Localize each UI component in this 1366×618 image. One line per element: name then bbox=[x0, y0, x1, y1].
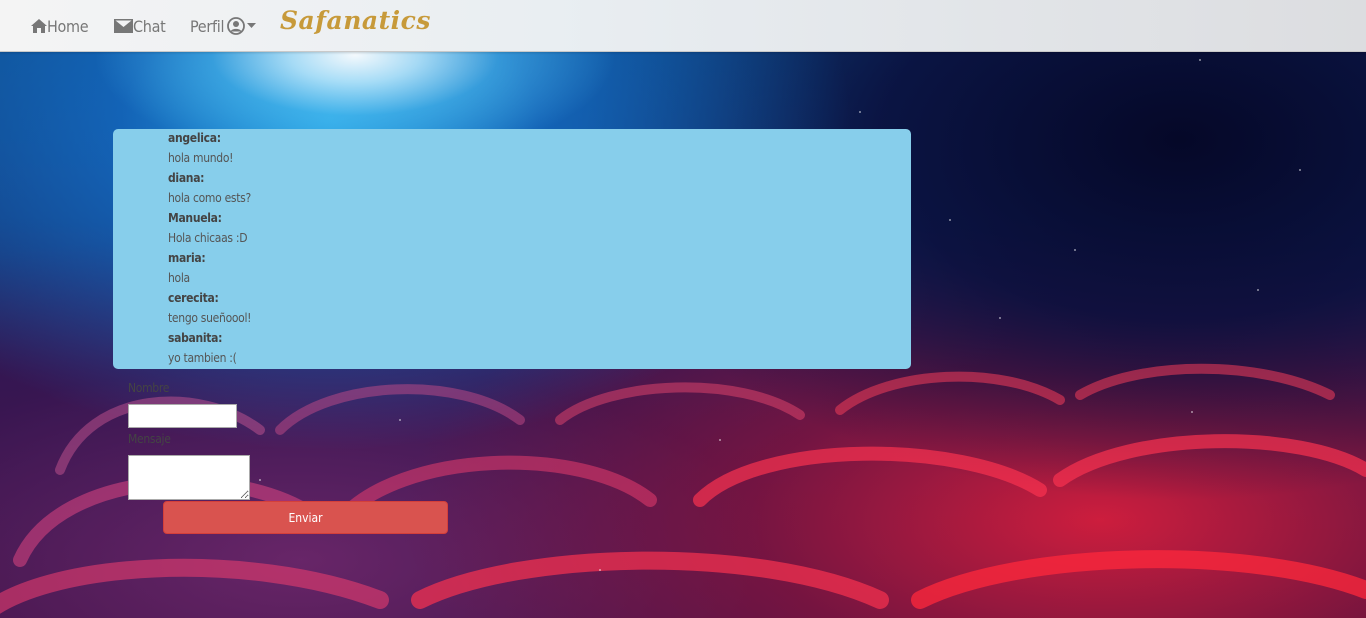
nav-profile-label: Perfil bbox=[190, 16, 225, 36]
envelope-icon bbox=[114, 19, 133, 33]
home-icon bbox=[31, 19, 47, 33]
message-text: hola como ests? bbox=[168, 191, 251, 205]
navbar: Home Chat Perfil Safanatics bbox=[0, 0, 1366, 52]
caret-down-icon bbox=[247, 23, 257, 28]
message-user: cerecita: bbox=[168, 291, 219, 305]
name-input[interactable] bbox=[128, 404, 237, 428]
message-user: diana: bbox=[168, 171, 205, 185]
message-textarea[interactable] bbox=[128, 455, 250, 500]
message-label: Mensaje bbox=[128, 432, 171, 446]
brand-logo[interactable]: Safanatics bbox=[280, 6, 431, 35]
user-circle-icon bbox=[227, 17, 246, 35]
message-user: maria: bbox=[168, 251, 206, 265]
name-label: Nombre bbox=[128, 381, 170, 395]
message-user: sabanita: bbox=[168, 331, 223, 345]
nav-profile-dropdown[interactable]: Perfil bbox=[190, 14, 257, 38]
message-text: Hola chicaas :D bbox=[168, 231, 248, 245]
nav-chat-label: Chat bbox=[133, 16, 166, 36]
message-text: yo tambien :( bbox=[168, 351, 237, 365]
nav-home-label: Home bbox=[47, 16, 89, 36]
chat-messages-box[interactable]: angelica: hola mundo! diana: hola como e… bbox=[113, 129, 911, 369]
message-user: angelica: bbox=[168, 131, 221, 145]
message-text: hola bbox=[168, 271, 190, 285]
send-button[interactable]: Enviar bbox=[163, 501, 448, 534]
message-user: Manuela: bbox=[168, 211, 222, 225]
message-text: hola mundo! bbox=[168, 151, 234, 165]
nav-home-link[interactable]: Home bbox=[31, 14, 89, 38]
message-text: tengo sueñoool! bbox=[168, 311, 252, 325]
nav-chat-link[interactable]: Chat bbox=[114, 14, 166, 38]
